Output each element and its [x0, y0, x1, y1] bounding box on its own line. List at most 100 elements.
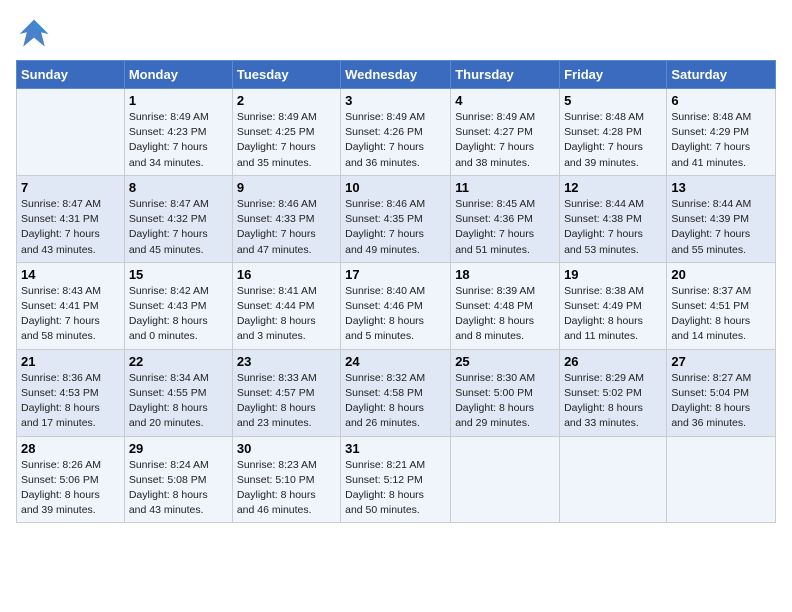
day-number: 13 — [671, 180, 771, 195]
day-cell: 18 Sunrise: 8:39 AM Sunset: 4:48 PM Dayli… — [451, 262, 560, 349]
day-number: 17 — [345, 267, 446, 282]
day-info: Sunrise: 8:37 AM Sunset: 4:51 PM Dayligh… — [671, 284, 771, 345]
day-number: 5 — [564, 93, 662, 108]
day-cell: 23Sunrise: 8:33 AM Sunset: 4:57 PM Dayli… — [232, 349, 340, 436]
day-cell: 14Sunrise: 8:43 AM Sunset: 4:41 PM Dayli… — [17, 262, 125, 349]
day-info: Sunrise: 8:49 AM Sunset: 4:23 PM Dayligh… — [129, 110, 228, 171]
day-info: Sunrise: 8:21 AM Sunset: 5:12 PM Dayligh… — [345, 458, 446, 519]
day-cell: 25 Sunrise: 8:30 AM Sunset: 5:00 PM Dayli… — [451, 349, 560, 436]
day-cell — [667, 436, 776, 523]
day-number: 21 — [21, 354, 120, 369]
day-cell: 19 Sunrise: 8:38 AM Sunset: 4:49 PM Dayli… — [560, 262, 667, 349]
logo-icon — [16, 16, 52, 52]
weekday-header-saturday: Saturday — [667, 61, 776, 89]
day-info: Sunrise: 8:40 AM Sunset: 4:46 PM Dayligh… — [345, 284, 446, 345]
week-row-4: 21 Sunrise: 8:36 AM Sunset: 4:53 PM Dayli… — [17, 349, 776, 436]
weekday-header-monday: Monday — [124, 61, 232, 89]
day-number: 18 — [455, 267, 555, 282]
day-cell: 26 Sunrise: 8:29 AM Sunset: 5:02 PM Dayli… — [560, 349, 667, 436]
day-cell: 5 Sunrise: 8:48 AM Sunset: 4:28 PM Daylig… — [560, 89, 667, 176]
day-cell: 7 Sunrise: 8:47 AM Sunset: 4:31 PM Daylig… — [17, 175, 125, 262]
day-number: 27 — [671, 354, 771, 369]
day-number: 24 — [345, 354, 446, 369]
day-number: 4 — [455, 93, 555, 108]
day-number: 19 — [564, 267, 662, 282]
day-info: Sunrise: 8:42 AM Sunset: 4:43 PM Dayligh… — [129, 284, 228, 345]
day-cell: 15 Sunrise: 8:42 AM Sunset: 4:43 PM Dayli… — [124, 262, 232, 349]
day-cell: 16 Sunrise: 8:41 AM Sunset: 4:44 PM Dayli… — [232, 262, 340, 349]
day-number: 7 — [21, 180, 120, 195]
day-number: 3 — [345, 93, 446, 108]
day-info: Sunrise: 8:44 AM Sunset: 4:39 PM Dayligh… — [671, 197, 771, 258]
day-number: 20 — [671, 267, 771, 282]
day-info: Sunrise: 8:29 AM Sunset: 5:02 PM Dayligh… — [564, 371, 662, 432]
day-cell: 30Sunrise: 8:23 AM Sunset: 5:10 PM Dayli… — [232, 436, 340, 523]
day-cell: 10 Sunrise: 8:46 AM Sunset: 4:35 PM Dayli… — [341, 175, 451, 262]
day-info: Sunrise: 8:48 AM Sunset: 4:29 PM Dayligh… — [671, 110, 771, 171]
weekday-header-wednesday: Wednesday — [341, 61, 451, 89]
day-info: Sunrise: 8:43 AM Sunset: 4:41 PM Dayligh… — [21, 284, 120, 345]
weekday-header-sunday: Sunday — [17, 61, 125, 89]
weekday-header-thursday: Thursday — [451, 61, 560, 89]
day-number: 11 — [455, 180, 555, 195]
week-row-3: 14Sunrise: 8:43 AM Sunset: 4:41 PM Dayli… — [17, 262, 776, 349]
weekday-header-tuesday: Tuesday — [232, 61, 340, 89]
day-info: Sunrise: 8:48 AM Sunset: 4:28 PM Dayligh… — [564, 110, 662, 171]
day-cell: 1 Sunrise: 8:49 AM Sunset: 4:23 PM Daylig… — [124, 89, 232, 176]
week-row-2: 7 Sunrise: 8:47 AM Sunset: 4:31 PM Daylig… — [17, 175, 776, 262]
day-number: 31 — [345, 441, 446, 456]
day-info: Sunrise: 8:30 AM Sunset: 5:00 PM Dayligh… — [455, 371, 555, 432]
day-number: 8 — [129, 180, 228, 195]
day-info: Sunrise: 8:47 AM Sunset: 4:31 PM Dayligh… — [21, 197, 120, 258]
day-number: 26 — [564, 354, 662, 369]
day-info: Sunrise: 8:49 AM Sunset: 4:25 PM Dayligh… — [237, 110, 336, 171]
day-number: 12 — [564, 180, 662, 195]
week-row-1: 1 Sunrise: 8:49 AM Sunset: 4:23 PM Daylig… — [17, 89, 776, 176]
day-info: Sunrise: 8:46 AM Sunset: 4:33 PM Dayligh… — [237, 197, 336, 258]
day-info: Sunrise: 8:49 AM Sunset: 4:26 PM Dayligh… — [345, 110, 446, 171]
day-info: Sunrise: 8:24 AM Sunset: 5:08 PM Dayligh… — [129, 458, 228, 519]
day-cell: 31 Sunrise: 8:21 AM Sunset: 5:12 PM Dayli… — [341, 436, 451, 523]
day-info: Sunrise: 8:39 AM Sunset: 4:48 PM Dayligh… — [455, 284, 555, 345]
day-cell: 29 Sunrise: 8:24 AM Sunset: 5:08 PM Dayli… — [124, 436, 232, 523]
day-number: 6 — [671, 93, 771, 108]
day-cell: 17 Sunrise: 8:40 AM Sunset: 4:46 PM Dayli… — [341, 262, 451, 349]
day-info: Sunrise: 8:47 AM Sunset: 4:32 PM Dayligh… — [129, 197, 228, 258]
day-number: 25 — [455, 354, 555, 369]
day-info: Sunrise: 8:32 AM Sunset: 4:58 PM Dayligh… — [345, 371, 446, 432]
day-info: Sunrise: 8:36 AM Sunset: 4:53 PM Dayligh… — [21, 371, 120, 432]
day-number: 23 — [237, 354, 336, 369]
day-info: Sunrise: 8:34 AM Sunset: 4:55 PM Dayligh… — [129, 371, 228, 432]
day-cell: 24 Sunrise: 8:32 AM Sunset: 4:58 PM Dayli… — [341, 349, 451, 436]
day-number: 2 — [237, 93, 336, 108]
day-cell: 20 Sunrise: 8:37 AM Sunset: 4:51 PM Dayli… — [667, 262, 776, 349]
day-cell: 9Sunrise: 8:46 AM Sunset: 4:33 PM Daylig… — [232, 175, 340, 262]
day-number: 16 — [237, 267, 336, 282]
day-number: 1 — [129, 93, 228, 108]
day-number: 22 — [129, 354, 228, 369]
day-cell: 12Sunrise: 8:44 AM Sunset: 4:38 PM Dayli… — [560, 175, 667, 262]
day-info: Sunrise: 8:26 AM Sunset: 5:06 PM Dayligh… — [21, 458, 120, 519]
day-cell: 3 Sunrise: 8:49 AM Sunset: 4:26 PM Daylig… — [341, 89, 451, 176]
day-number: 10 — [345, 180, 446, 195]
day-cell: 21 Sunrise: 8:36 AM Sunset: 4:53 PM Dayli… — [17, 349, 125, 436]
day-cell: 22 Sunrise: 8:34 AM Sunset: 4:55 PM Dayli… — [124, 349, 232, 436]
day-cell — [17, 89, 125, 176]
day-cell: 11Sunrise: 8:45 AM Sunset: 4:36 PM Dayli… — [451, 175, 560, 262]
day-cell: 8 Sunrise: 8:47 AM Sunset: 4:32 PM Daylig… — [124, 175, 232, 262]
day-number: 15 — [129, 267, 228, 282]
day-info: Sunrise: 8:23 AM Sunset: 5:10 PM Dayligh… — [237, 458, 336, 519]
week-row-5: 28Sunrise: 8:26 AM Sunset: 5:06 PM Dayli… — [17, 436, 776, 523]
day-cell: 4 Sunrise: 8:49 AM Sunset: 4:27 PM Daylig… — [451, 89, 560, 176]
day-info: Sunrise: 8:49 AM Sunset: 4:27 PM Dayligh… — [455, 110, 555, 171]
day-cell: 13 Sunrise: 8:44 AM Sunset: 4:39 PM Dayli… — [667, 175, 776, 262]
day-info: Sunrise: 8:27 AM Sunset: 5:04 PM Dayligh… — [671, 371, 771, 432]
day-cell: 27 Sunrise: 8:27 AM Sunset: 5:04 PM Dayli… — [667, 349, 776, 436]
day-cell — [560, 436, 667, 523]
day-number: 29 — [129, 441, 228, 456]
day-info: Sunrise: 8:46 AM Sunset: 4:35 PM Dayligh… — [345, 197, 446, 258]
logo — [16, 16, 56, 52]
calendar-table: SundayMondayTuesdayWednesdayThursdayFrid… — [16, 60, 776, 523]
day-info: Sunrise: 8:38 AM Sunset: 4:49 PM Dayligh… — [564, 284, 662, 345]
day-info: Sunrise: 8:41 AM Sunset: 4:44 PM Dayligh… — [237, 284, 336, 345]
